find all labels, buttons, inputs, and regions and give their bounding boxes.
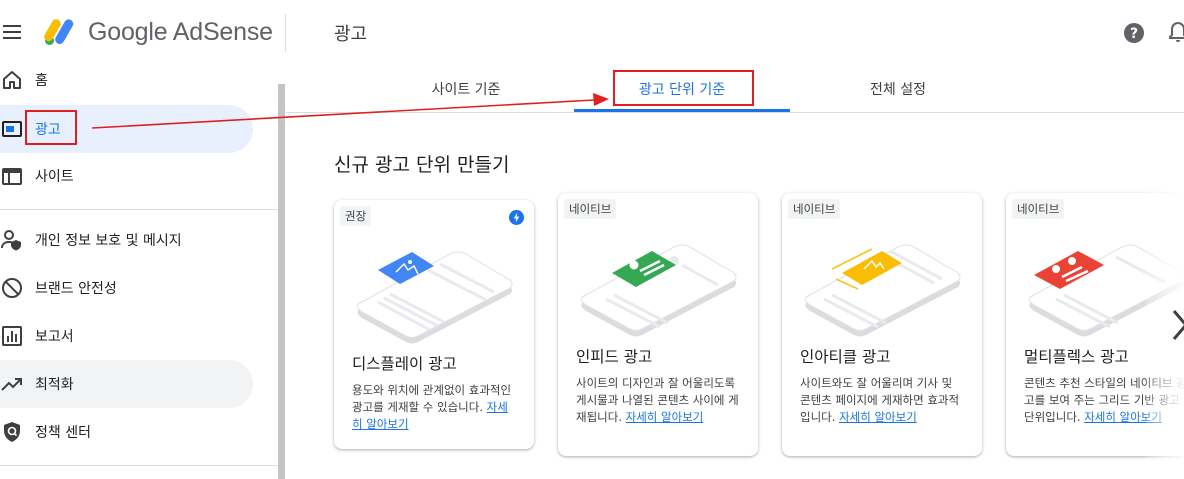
native-chip: 네이티브: [1012, 199, 1065, 219]
ad-type-card-display[interactable]: 권장 디스플레이 광고 용도와 위치에 관계없이 효과적인 광고를 게재할 수 …: [334, 200, 534, 449]
card-title: 디스플레이 광고: [352, 355, 457, 373]
sidebar-item-policy-center[interactable]: 정책 센터: [0, 408, 253, 456]
help-icon[interactable]: ?: [1122, 21, 1146, 45]
sidebar-item-reports[interactable]: 보고서: [0, 312, 253, 360]
header-divider: [285, 14, 286, 52]
in-feed-ad-illustration: [581, 244, 737, 337]
reports-icon: [2, 326, 22, 346]
sidebar-item-privacy[interactable]: 개인 정보 보호 및 메시지: [0, 216, 253, 264]
learn-more-link[interactable]: 자세히 알아보기: [626, 410, 704, 424]
lightning-bolt-icon: [509, 210, 524, 225]
privacy-icon: [1, 230, 21, 251]
ad-type-card-in-feed[interactable]: 네이티브 인피드 광고 사이트의 디자인과 잘 어울리도록 게시물과 나열된 콘…: [558, 193, 758, 456]
sites-icon: [2, 168, 22, 185]
in-article-ad-illustration: [805, 244, 961, 337]
card-title: 인아티클 광고: [800, 348, 891, 366]
native-chip: 네이티브: [564, 199, 617, 219]
sidebar-item-label: 브랜드 안전성: [35, 281, 117, 297]
card-description: 사이트의 디자인과 잘 어울리도록 게시물과 나열된 콘텐츠 사이에 게재됩니다…: [576, 375, 742, 426]
sidebar-item-home[interactable]: 홈: [0, 56, 253, 104]
card-title: 멀티플렉스 광고: [1024, 348, 1129, 366]
notifications-bell-icon[interactable]: [1166, 20, 1184, 46]
annotation-box-ad-unit-tab: [613, 70, 754, 106]
sidebar-item-label: 보고서: [35, 329, 74, 345]
ad-type-card-in-article[interactable]: 네이티브 인아티클 광고 사이트와도 잘 어울리며 기사 및 콘텐츠 페이지에 …: [782, 193, 982, 456]
sidebar-item-sites[interactable]: 사이트: [0, 152, 253, 200]
card-title: 인피드 광고: [576, 348, 653, 366]
card-description: 사이트와도 잘 어울리며 기사 및 콘텐츠 페이지에 게재하면 효과적입니다. …: [800, 375, 966, 426]
annotation-box-sidebar-ads: [25, 110, 77, 145]
native-chip: 네이티브: [788, 199, 841, 219]
card-description: 용도와 위치에 관계없이 효과적인 광고를 게재할 수 있습니다. 자세히 알아…: [352, 382, 518, 433]
tabs-divider: [286, 112, 1184, 113]
chevron-right-icon[interactable]: [1170, 307, 1184, 343]
tab-global-settings[interactable]: 전체 설정: [790, 66, 1006, 112]
sidebar-divider: [0, 209, 278, 210]
ads-icon: [2, 121, 22, 137]
display-ad-illustration: [357, 251, 513, 344]
product-logo-text: Google AdSense: [88, 18, 273, 46]
shield-icon: [4, 422, 20, 442]
sidebar-item-label: 정책 센터: [35, 425, 91, 441]
home-icon: [3, 71, 21, 89]
svg-text:?: ?: [1130, 26, 1138, 42]
trending-up-icon: [1, 378, 22, 391]
sidebar-item-label: 최적화: [35, 377, 74, 393]
sidebar-divider: [0, 465, 278, 466]
menu-icon[interactable]: [0, 20, 24, 44]
tab-by-site[interactable]: 사이트 기준: [358, 66, 574, 112]
block-icon: [2, 278, 22, 298]
sidebar-item-label: 개인 정보 보호 및 메시지: [35, 233, 182, 249]
recommended-chip: 권장: [340, 206, 372, 226]
sidebar-item-brand-safety[interactable]: 브랜드 안전성: [0, 264, 253, 312]
sidebar-item-label: 사이트: [35, 169, 74, 185]
sidebar-item-optimization[interactable]: 최적화: [0, 360, 253, 408]
sidebar-item-label: 홈: [35, 73, 48, 89]
sidebar-scrollbar[interactable]: [278, 84, 285, 479]
adsense-logo-icon[interactable]: [42, 16, 78, 48]
page-title: 광고: [334, 24, 368, 45]
learn-more-link[interactable]: 자세히 알아보기: [839, 410, 917, 424]
section-title: 신규 광고 단위 만들기: [334, 154, 510, 176]
